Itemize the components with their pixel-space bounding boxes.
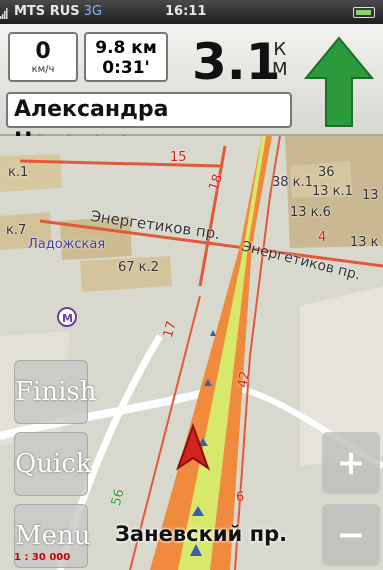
- turn-distance-unit: К М: [272, 40, 288, 80]
- status-bar: MTS RUS 3G 16:11: [0, 0, 383, 24]
- navigation-header: 0 км/ч 9.8 км 0:31' 3.1 К М Александра Н…: [0, 24, 383, 154]
- house-label: 38 к.1: [272, 175, 313, 190]
- signal-strength-icon: [0, 8, 8, 19]
- road-number: 6: [236, 490, 245, 505]
- time-remaining: 0:31': [102, 58, 150, 78]
- speed-value: 0: [35, 39, 51, 64]
- road-number: 15: [170, 150, 187, 165]
- next-street-label: Заневский пр.: [115, 522, 288, 546]
- house-label: 13 к.1: [312, 184, 353, 199]
- metro-station-label: Ладожская: [28, 237, 106, 252]
- network-type: 3G: [83, 4, 102, 19]
- clock: 16:11: [165, 4, 207, 19]
- metro-symbol: M: [62, 312, 73, 325]
- house-label: 13 к: [350, 235, 379, 250]
- turn-unit-k: К: [273, 39, 287, 60]
- finish-button[interactable]: Finish: [14, 360, 97, 424]
- road-number: 42: [235, 370, 254, 389]
- battery-icon: [353, 7, 375, 18]
- zoom-in-button[interactable]: +: [322, 432, 380, 494]
- trip-info-panel[interactable]: 9.8 км 0:31': [84, 32, 168, 82]
- house-label: 13: [362, 188, 379, 203]
- carrier-name: MTS RUS 3G: [14, 4, 102, 19]
- speed-panel[interactable]: 0 км/ч: [8, 32, 78, 82]
- straight-ahead-arrow-icon: [303, 36, 375, 127]
- house-label: 67 к.2: [118, 260, 159, 275]
- house-label: 13 к.6: [290, 205, 331, 220]
- speed-unit: км/ч: [31, 64, 55, 75]
- turn-unit-m: М: [272, 59, 288, 80]
- turn-distance: 3.1: [192, 33, 281, 91]
- map-scale: 1 : 30 000: [14, 552, 71, 563]
- distance-remaining: 9.8 км: [95, 38, 157, 58]
- house-label: к.7: [6, 223, 27, 238]
- road-number: 4: [318, 230, 327, 245]
- zoom-out-button[interactable]: −: [322, 504, 380, 566]
- quick-button[interactable]: Quick: [14, 432, 92, 496]
- current-street: Александра Невского: [6, 92, 292, 154]
- house-label: к.1: [8, 165, 29, 180]
- house-label: 36: [318, 165, 335, 180]
